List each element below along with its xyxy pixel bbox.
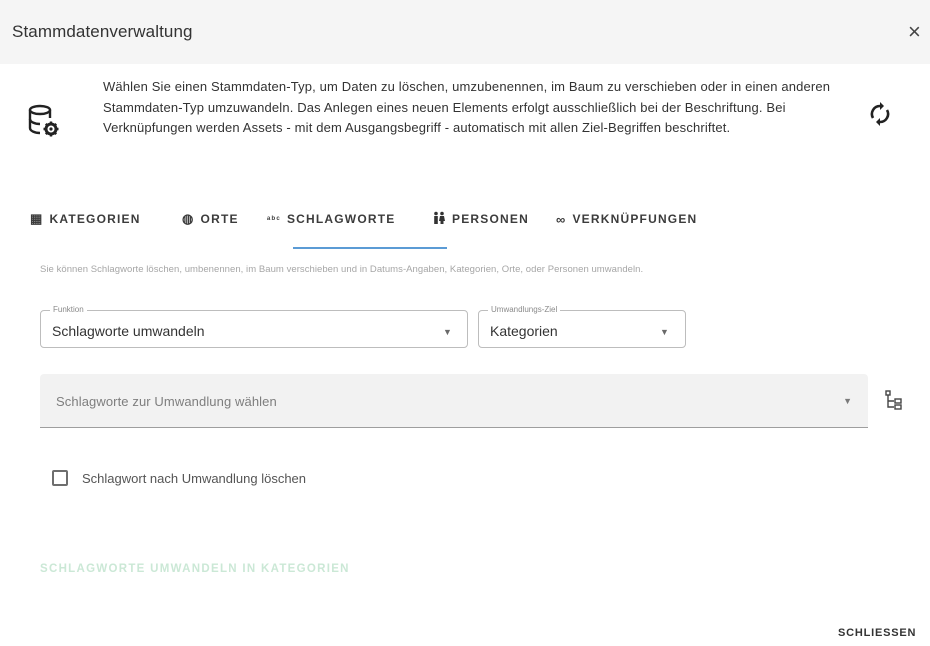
chevron-down-icon: ▼ [443, 327, 452, 337]
function-value: Schlagworte umwandeln [52, 323, 205, 339]
delete-after-checkbox-row[interactable]: Schlagwort nach Umwandlung löschen [52, 470, 306, 486]
tab-personen[interactable]: PERSONEN [432, 204, 529, 234]
delete-after-checkbox[interactable] [52, 470, 68, 486]
convert-button[interactable]: SCHLAGWORTE UMWANDELN IN KATEGORIEN [40, 563, 350, 575]
dialog-title: Stammdatenverwaltung [12, 22, 193, 41]
people-icon [432, 211, 446, 228]
globe-icon: ◍ [182, 211, 195, 226]
function-select[interactable]: Funktion Schlagworte umwandeln ▼ [40, 305, 468, 348]
tab-schlagworte[interactable]: ᵃᵇᶜ SCHLAGWORTE [267, 204, 395, 234]
tab-orte[interactable]: ◍ ORTE [182, 204, 239, 234]
target-value: Kategorien [490, 323, 558, 339]
tab-kategorien[interactable]: ▦ KATEGORIEN [30, 204, 141, 234]
tab-label: PERSONEN [452, 212, 529, 226]
tab-label: VERKNÜPFUNGEN [572, 212, 698, 226]
active-tab-indicator [293, 247, 447, 249]
tag-text-icon: ᵃᵇᶜ [267, 214, 281, 224]
table-icon: ▦ [30, 211, 44, 226]
chevron-down-icon: ▼ [843, 396, 852, 406]
tab-label: KATEGORIEN [49, 212, 141, 226]
close-icon[interactable]: × [908, 18, 930, 46]
tab-hint-text: Sie können Schlagworte löschen, umbenenn… [40, 264, 644, 275]
delete-after-label: Schlagwort nach Umwandlung löschen [82, 470, 307, 486]
target-label: Umwandlungs-Ziel [488, 305, 561, 315]
keyword-select-placeholder: Schlagworte zur Umwandlung wählen [56, 394, 277, 409]
file-tree-icon[interactable] [884, 390, 904, 412]
tab-verknuepfungen[interactable]: ∞ VERKNÜPFUNGEN [556, 204, 697, 234]
keyword-select[interactable]: Schlagworte zur Umwandlung wählen ▼ [40, 374, 868, 428]
database-settings-icon [28, 104, 59, 137]
sync-icon[interactable] [868, 101, 892, 127]
target-select[interactable]: Umwandlungs-Ziel Kategorien ▼ [478, 305, 686, 348]
close-button[interactable]: SCHLIESSEN [838, 627, 916, 639]
dialog-titlebar: Stammdatenverwaltung × [0, 0, 930, 64]
function-label: Funktion [50, 305, 87, 315]
tab-label: SCHLAGWORTE [286, 212, 396, 226]
chevron-down-icon: ▼ [660, 327, 669, 337]
info-text: Wählen Sie einen Stammdaten-Typ, um Date… [103, 79, 831, 135]
tab-label: ORTE [200, 212, 239, 226]
link-icon: ∞ [556, 211, 567, 227]
